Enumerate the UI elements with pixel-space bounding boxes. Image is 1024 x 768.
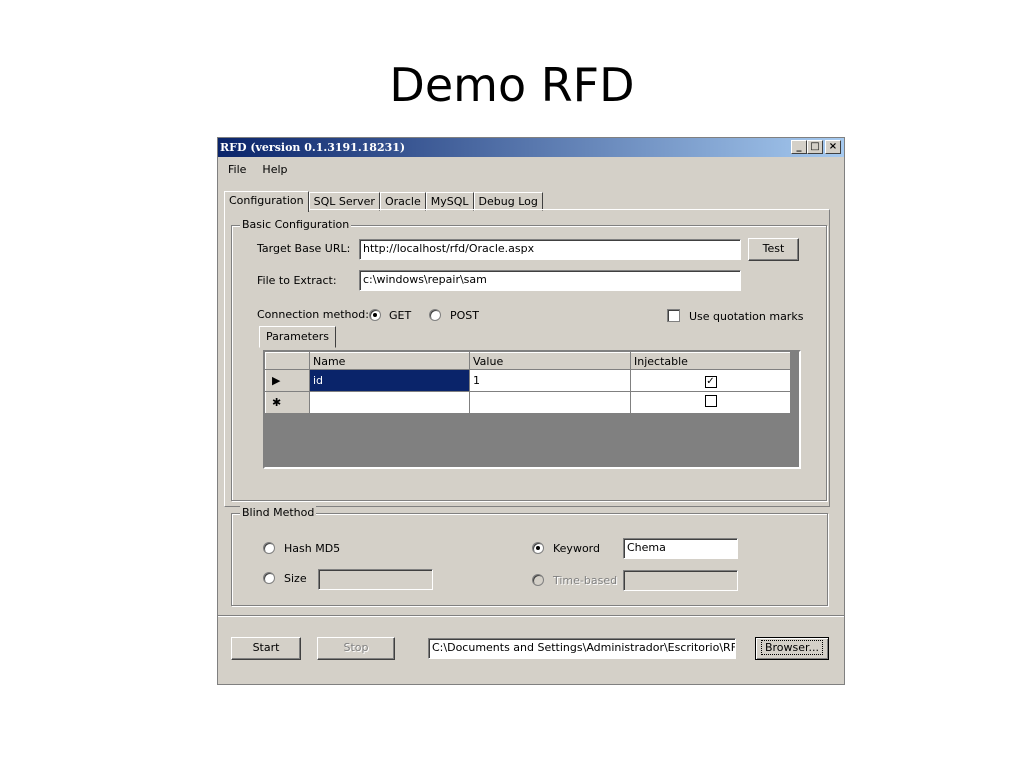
blind-method-group: Blind Method Hash MD5 Size Keyword Chema… xyxy=(231,506,828,606)
parameters-grid: Name Value Injectable ▶ id 1 ✓ ✱ xyxy=(263,350,801,469)
injectable-checkbox-unchecked[interactable] xyxy=(704,395,717,407)
output-path-input[interactable]: C:\Documents and Settings\Administrador\… xyxy=(428,638,736,659)
menu-file[interactable]: File xyxy=(228,160,246,180)
tab-configuration[interactable]: Configuration xyxy=(224,191,309,212)
grid-header-value[interactable]: Value xyxy=(469,352,631,370)
connection-method-label: Connection method: xyxy=(257,308,369,321)
cell-value[interactable]: 1 xyxy=(469,369,631,392)
grid-header-injectable[interactable]: Injectable xyxy=(630,352,791,370)
time-based-input[interactable] xyxy=(623,570,738,591)
use-quotation-marks-checkbox[interactable] xyxy=(667,309,680,322)
cell-name[interactable]: id xyxy=(309,369,470,392)
use-quotation-marks-label: Use quotation marks xyxy=(689,310,804,323)
browse-button-label: Browser... xyxy=(760,640,824,655)
cell-injectable[interactable] xyxy=(630,391,791,414)
window-titlebar: RFD (version 0.1.3191.18231) _ □ × xyxy=(218,138,844,157)
get-label: GET xyxy=(389,309,412,322)
start-button[interactable]: Start xyxy=(231,637,301,660)
slide-title: Demo RFD xyxy=(389,58,635,112)
hash-md5-radio[interactable] xyxy=(263,542,275,554)
time-based-radio[interactable] xyxy=(532,574,544,586)
grid-header-name[interactable]: Name xyxy=(309,352,470,370)
cell-name[interactable] xyxy=(309,391,470,414)
grid-header-row: Name Value Injectable xyxy=(265,352,791,370)
rfd-window: RFD (version 0.1.3191.18231) _ □ × File … xyxy=(217,137,845,685)
keyword-radio[interactable] xyxy=(532,542,544,554)
configuration-page: Basic Configuration Target Base URL: htt… xyxy=(224,209,830,507)
tab-parameters[interactable]: Parameters xyxy=(259,326,336,348)
cell-value[interactable] xyxy=(469,391,631,414)
menu-bar: File Help xyxy=(218,160,844,180)
post-label: POST xyxy=(450,309,479,322)
window-title: RFD (version 0.1.3191.18231) xyxy=(220,141,406,154)
stop-button[interactable]: Stop xyxy=(317,637,395,660)
blind-method-title: Blind Method xyxy=(240,506,317,520)
row-new-marker[interactable]: ✱ xyxy=(265,391,310,414)
tab-strip: Configuration SQL Server Oracle MySQL De… xyxy=(224,190,543,212)
test-button[interactable]: Test xyxy=(748,238,799,261)
table-row: ▶ id 1 ✓ xyxy=(265,369,791,392)
table-row: ✱ xyxy=(265,391,791,414)
browse-button[interactable]: Browser... xyxy=(755,637,829,660)
get-radio[interactable] xyxy=(369,309,381,321)
file-to-extract-label: File to Extract: xyxy=(257,274,337,287)
size-input[interactable] xyxy=(318,569,433,590)
footer-separator xyxy=(218,615,844,617)
basic-configuration-title: Basic Configuration xyxy=(240,218,352,232)
injectable-checkbox-checked[interactable]: ✓ xyxy=(704,375,717,388)
keyword-input[interactable]: Chema xyxy=(623,538,738,559)
cell-injectable[interactable]: ✓ xyxy=(630,369,791,392)
keyword-label: Keyword xyxy=(553,542,600,555)
target-url-input[interactable]: http://localhost/rfd/Oracle.aspx xyxy=(359,239,741,260)
file-to-extract-input[interactable]: c:\windows\repair\sam xyxy=(359,270,741,291)
grid-corner xyxy=(265,352,310,370)
target-url-label: Target Base URL: xyxy=(257,242,351,255)
hash-md5-label: Hash MD5 xyxy=(284,542,341,555)
close-button[interactable]: × xyxy=(825,140,841,154)
minimize-button[interactable]: _ xyxy=(791,140,807,154)
row-current-marker[interactable]: ▶ xyxy=(265,369,310,392)
menu-help[interactable]: Help xyxy=(262,160,287,180)
post-radio[interactable] xyxy=(429,309,441,321)
time-based-label: Time-based xyxy=(553,574,618,587)
maximize-button[interactable]: □ xyxy=(807,140,823,154)
size-label: Size xyxy=(284,572,307,585)
size-radio[interactable] xyxy=(263,572,275,584)
